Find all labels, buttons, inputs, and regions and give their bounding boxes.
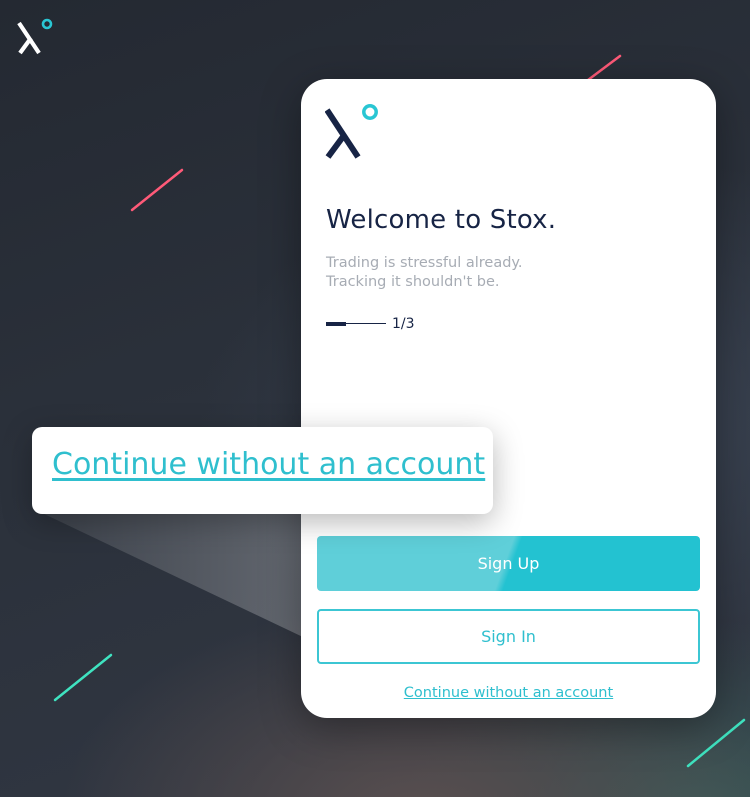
decorative-streak-green-right	[686, 718, 746, 768]
progress-fill	[326, 322, 346, 326]
progress-track	[326, 322, 386, 326]
callout-highlight: Continue without an account	[32, 427, 493, 514]
stox-logo-icon	[325, 104, 378, 159]
tagline-line-1: Trading is stressful already.	[326, 255, 523, 271]
tagline: Trading is stressful already. Tracking i…	[326, 254, 523, 292]
welcome-card: Welcome to Stox. Trading is stressful al…	[301, 79, 716, 718]
decorative-streak-green-left	[53, 653, 113, 702]
onboarding-progress: 1/3	[326, 316, 415, 332]
sign-up-button[interactable]: Sign Up	[317, 536, 700, 591]
stox-logo-icon	[17, 18, 53, 55]
continue-without-account-link[interactable]: Continue without an account	[301, 685, 716, 701]
decorative-streak-pink-left	[130, 168, 184, 212]
page-title: Welcome to Stox.	[326, 205, 557, 235]
sign-in-button[interactable]: Sign In	[317, 609, 700, 664]
tagline-line-2: Tracking it shouldn't be.	[326, 274, 500, 290]
progress-label: 1/3	[392, 316, 415, 332]
callout-continue-link[interactable]: Continue without an account	[52, 447, 485, 482]
